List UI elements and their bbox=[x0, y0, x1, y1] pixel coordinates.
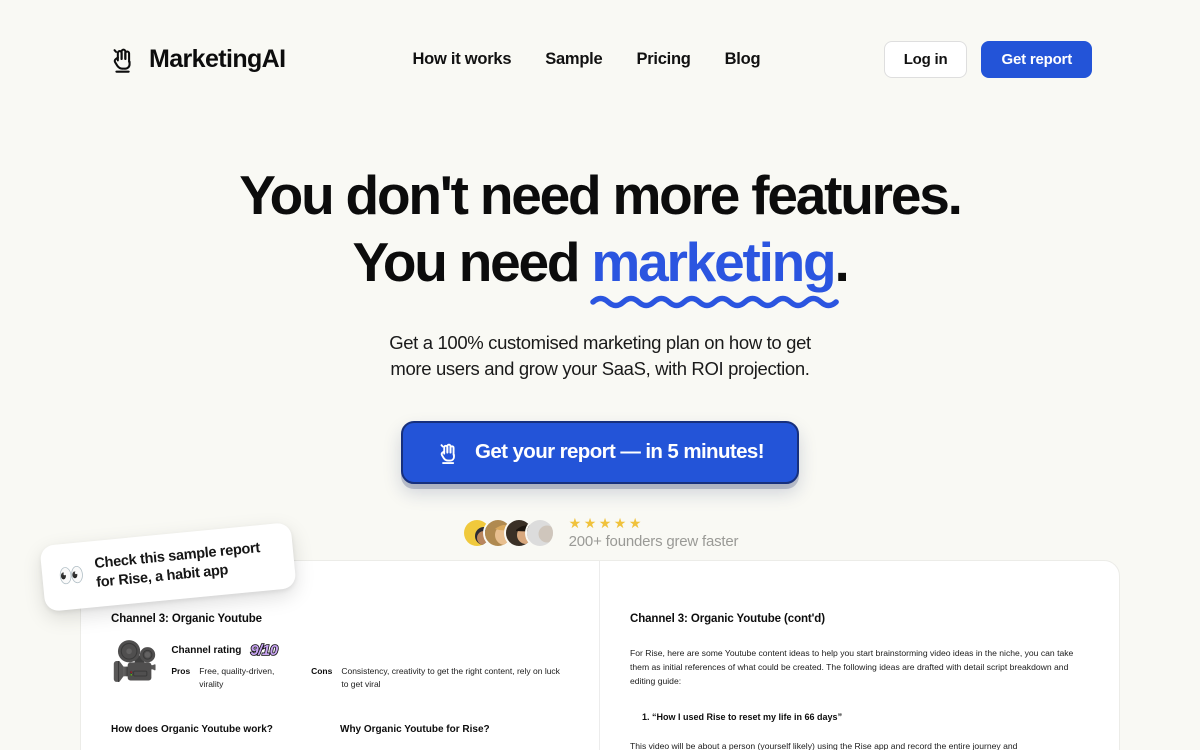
channel-rating-row: 🎥 Channel rating 9/10 Pros Free, quality… bbox=[111, 641, 569, 691]
squiggle-underline-icon bbox=[590, 295, 840, 309]
avatar-group bbox=[461, 518, 555, 549]
proof-text: ★★★★★ 200+ founders grew faster bbox=[569, 516, 739, 551]
sticker-text: Check this sample report for Rise, a hab… bbox=[94, 539, 263, 592]
report-column-right: Channel 3: Organic Youtube (cont'd) For … bbox=[600, 561, 1119, 750]
eyes-icon: 👀 bbox=[57, 563, 86, 589]
brand-name: MarketingAI bbox=[149, 44, 286, 73]
hero-subtitle: Get a 100% customised marketing plan on … bbox=[0, 330, 1200, 383]
subtitle-line-1: Get a 100% customised marketing plan on … bbox=[389, 332, 811, 354]
subheading-why-for-rise: Why Organic Youtube for Rise? bbox=[340, 723, 490, 735]
headline-prefix: You need bbox=[352, 231, 592, 294]
main-nav: How it works Sample Pricing Blog bbox=[412, 50, 760, 69]
avatar bbox=[524, 518, 555, 549]
cta-container: Get your report — in 5 minutes! bbox=[0, 420, 1200, 484]
hero-section: You don't need more features. You need m… bbox=[0, 118, 1200, 551]
rating-line: Channel rating 9/10 bbox=[171, 642, 569, 659]
headline-line-2: You need marketing. bbox=[0, 229, 1200, 309]
cta-label: Get your report — in 5 minutes! bbox=[475, 440, 765, 464]
report-list-item-body: This video will be about a person (yours… bbox=[630, 741, 1018, 750]
headline-line-1: You don't need more features. bbox=[239, 164, 963, 226]
cons-value: Consistency, creativity to get the right… bbox=[341, 666, 560, 689]
pros-key: Pros bbox=[171, 666, 191, 676]
report-right-heading: Channel 3: Organic Youtube (cont'd) bbox=[630, 613, 825, 625]
raised-hand-icon bbox=[113, 48, 131, 73]
nav-item-blog[interactable]: Blog bbox=[725, 50, 761, 69]
star-rating-icon: ★★★★★ bbox=[568, 514, 644, 531]
rating-label: Channel rating bbox=[171, 645, 242, 656]
sticker-line-2-bold: Rise bbox=[117, 569, 149, 589]
raised-hand-icon bbox=[440, 443, 455, 464]
subtitle-line-2: more users and grow your SaaS, with ROI … bbox=[390, 358, 810, 380]
report-left-heading: Channel 3: Organic Youtube bbox=[111, 613, 262, 625]
header-actions: Log in Get report bbox=[883, 40, 1092, 78]
headline-suffix: . bbox=[834, 231, 849, 294]
subheading-how-it-works: How does Organic Youtube work? bbox=[111, 723, 273, 735]
nav-item-sample[interactable]: Sample bbox=[545, 50, 602, 69]
videographer-icon: 🎥 bbox=[111, 641, 159, 683]
nav-item-pricing[interactable]: Pricing bbox=[636, 50, 690, 69]
headline-accent-text: marketing bbox=[591, 231, 836, 294]
get-your-report-cta-button[interactable]: Get your report — in 5 minutes! bbox=[401, 420, 799, 484]
report-subheadings: How does Organic Youtube work? Why Organ… bbox=[111, 719, 569, 737]
rating-badge: 9/10 bbox=[250, 642, 279, 659]
pros-cons-row: Pros Free, quality-driven, virality Cons… bbox=[171, 665, 569, 691]
report-paragraph: For Rise, here are some Youtube content … bbox=[630, 648, 1074, 686]
pros-value: Free, quality-driven, virality bbox=[199, 666, 275, 689]
report-idea-list: “How I used Rise to reset my life in 66 … bbox=[630, 711, 1089, 725]
site-header: MarketingAI How it works Sample Pricing … bbox=[0, 0, 1200, 118]
headline-accent-word: marketing bbox=[590, 229, 840, 309]
get-report-button[interactable]: Get report bbox=[981, 40, 1092, 78]
cons-key: Cons bbox=[311, 666, 333, 676]
list-item: “How I used Rise to reset my life in 66 … bbox=[652, 711, 1089, 725]
brand-logo-link[interactable]: MarketingAI bbox=[108, 44, 286, 74]
proof-caption: 200+ founders grew faster bbox=[568, 533, 739, 551]
page-title: You don't need more features. You need m… bbox=[0, 162, 1200, 309]
sticker-line-2-prefix: for bbox=[95, 572, 120, 591]
login-button[interactable]: Log in bbox=[883, 40, 968, 78]
rating-block: Channel rating 9/10 Pros Free, quality-d… bbox=[171, 642, 569, 691]
nav-item-how-it-works[interactable]: How it works bbox=[412, 50, 511, 69]
